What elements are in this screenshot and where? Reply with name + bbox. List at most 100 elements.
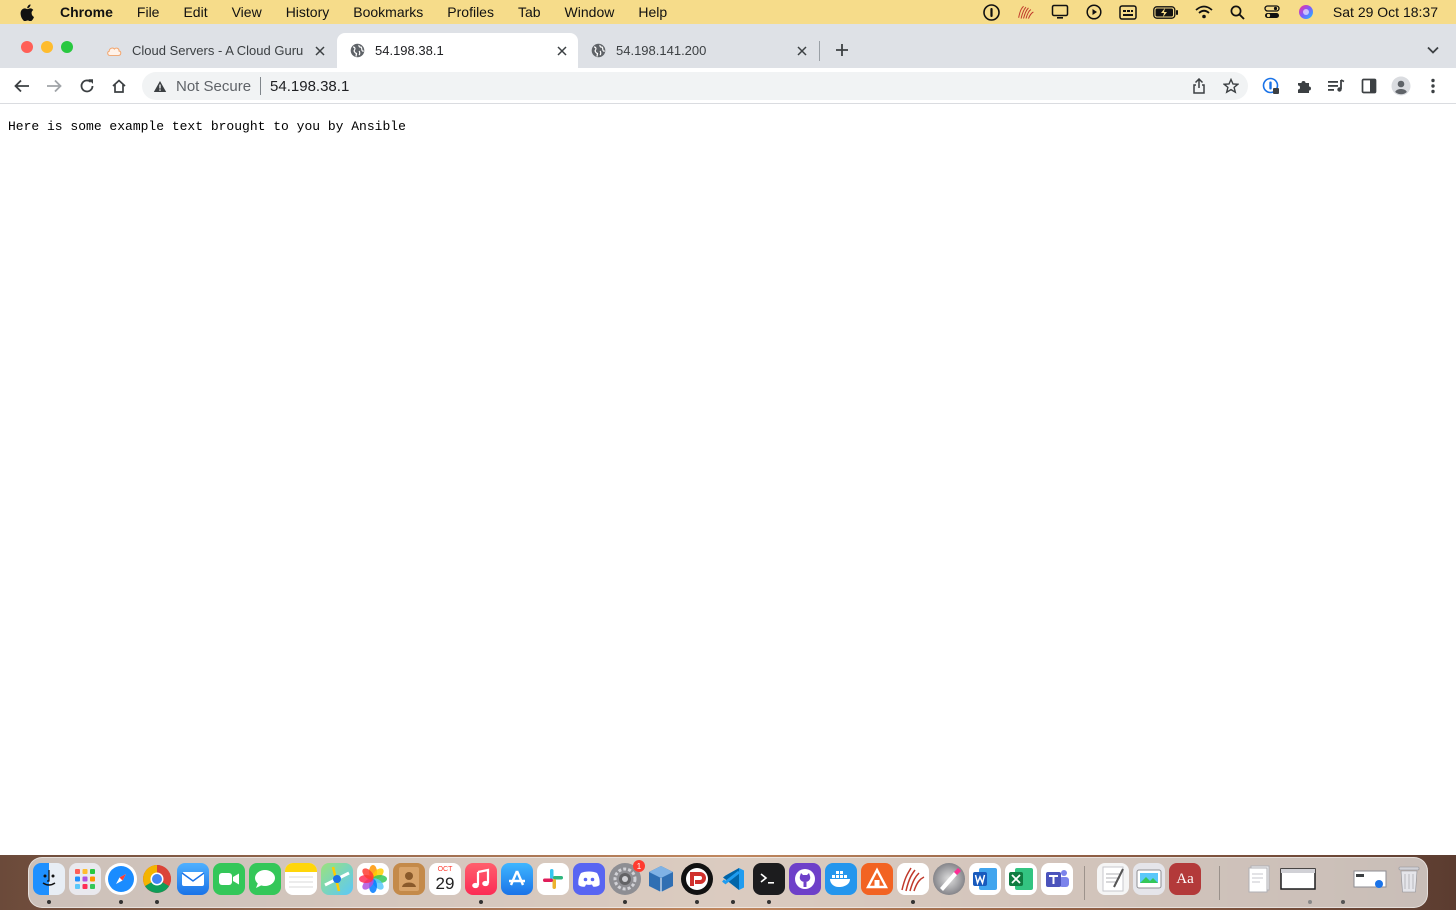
window-minimize-button[interactable] — [41, 41, 53, 53]
excel-icon[interactable] — [1005, 863, 1037, 895]
app-store-icon[interactable] — [501, 863, 533, 895]
preview-icon[interactable] — [1133, 863, 1165, 895]
profile-avatar-icon[interactable] — [1389, 74, 1413, 98]
slack-icon[interactable] — [537, 863, 569, 895]
menu-window[interactable]: Window — [553, 0, 627, 24]
remote-desktop-icon[interactable] — [681, 863, 713, 895]
onepassword-icon[interactable] — [983, 3, 1001, 21]
github-desktop-icon[interactable] — [789, 863, 821, 895]
dock: OCT 29 1 Aa — [28, 857, 1428, 908]
menu-view[interactable]: View — [220, 0, 274, 24]
menu-app-chrome[interactable]: Chrome — [52, 0, 125, 24]
git-client-icon[interactable] — [861, 863, 893, 895]
chrome-icon[interactable] — [141, 863, 173, 895]
battery-charging-icon[interactable] — [1153, 3, 1179, 21]
notes-icon[interactable] — [285, 863, 317, 895]
media-queue-icon[interactable] — [1324, 74, 1348, 98]
photos-icon[interactable] — [357, 863, 389, 895]
tab-54-198-38-1[interactable]: 54.198.38.1 — [337, 33, 578, 68]
close-tab-icon[interactable] — [554, 43, 570, 59]
page-body-text: Here is some example text brought to you… — [8, 119, 406, 134]
virtualbox-icon[interactable] — [645, 863, 677, 895]
squiggle-app-icon[interactable] — [1017, 3, 1035, 21]
menu-file[interactable]: File — [125, 0, 172, 24]
cloud-icon — [106, 43, 122, 59]
bookmark-star-icon[interactable] — [1219, 74, 1243, 98]
onepassword-extension-icon[interactable] — [1259, 74, 1283, 98]
tab-title: 54.198.38.1 — [375, 43, 444, 58]
window-zoom-button[interactable] — [61, 41, 73, 53]
home-button[interactable] — [107, 74, 131, 98]
new-tab-button[interactable] — [830, 38, 854, 62]
reload-button[interactable] — [75, 74, 99, 98]
maps-icon[interactable] — [321, 863, 353, 895]
running-indicator — [47, 900, 51, 904]
launchpad-icon[interactable] — [69, 863, 101, 895]
messages-icon[interactable] — [249, 863, 281, 895]
running-indicator — [695, 900, 699, 904]
dock-divider — [1084, 866, 1085, 900]
trash-icon[interactable] — [1393, 863, 1425, 895]
play-circle-icon[interactable] — [1085, 3, 1103, 21]
facetime-icon[interactable] — [213, 863, 245, 895]
url-text[interactable]: 54.198.38.1 — [270, 78, 349, 95]
status-area: Sat 29 Oct 18:37 — [975, 0, 1456, 24]
menu-edit[interactable]: Edit — [171, 0, 219, 24]
spotlight-search-icon[interactable] — [1229, 3, 1247, 21]
contacts-icon[interactable] — [393, 863, 425, 895]
menubar-clock[interactable]: Sat 29 Oct 18:37 — [1333, 4, 1438, 20]
side-panel-icon[interactable] — [1357, 74, 1381, 98]
forward-button[interactable] — [42, 74, 66, 98]
minimized-window-thumbnail[interactable] — [1279, 863, 1317, 895]
security-status-label[interactable]: Not Secure — [176, 78, 251, 95]
menu-tab[interactable]: Tab — [506, 0, 553, 24]
discord-icon[interactable] — [573, 863, 605, 895]
control-center-icon[interactable] — [1263, 3, 1281, 21]
notification-badge: 1 — [633, 860, 645, 872]
drawing-app-icon[interactable] — [933, 863, 965, 895]
wifi-icon[interactable] — [1195, 3, 1213, 21]
music-icon[interactable] — [465, 863, 497, 895]
docker-icon[interactable] — [825, 863, 857, 895]
mail-icon[interactable] — [177, 863, 209, 895]
dictionary-icon[interactable]: Aa — [1169, 863, 1201, 895]
squiggle-dock-icon[interactable] — [897, 863, 929, 895]
menu-bookmarks[interactable]: Bookmarks — [341, 0, 435, 24]
chrome-menu-kebab-icon[interactable] — [1421, 74, 1445, 98]
teams-icon[interactable] — [1041, 863, 1073, 895]
share-icon[interactable] — [1187, 74, 1211, 98]
close-tab-icon[interactable] — [794, 43, 810, 59]
window-close-button[interactable] — [21, 41, 33, 53]
safari-icon[interactable] — [105, 863, 137, 895]
tab-54-198-141-200[interactable]: 54.198.141.200 — [580, 33, 818, 68]
running-indicator — [623, 900, 627, 904]
dictionary-label: Aa — [1176, 870, 1194, 887]
apple-menu-icon[interactable] — [18, 3, 36, 21]
page-viewport: Here is some example text brought to you… — [0, 105, 1456, 855]
omnibox-divider — [260, 77, 262, 95]
vscode-icon[interactable] — [717, 863, 749, 895]
textedit-icon[interactable] — [1097, 863, 1129, 895]
warning-triangle-icon[interactable] — [152, 78, 168, 94]
close-tab-icon[interactable] — [312, 43, 328, 59]
menu-history[interactable]: History — [274, 0, 342, 24]
terminal-icon[interactable] — [753, 863, 785, 895]
tab-search-chevron-down-icon[interactable] — [1421, 38, 1445, 62]
running-indicator — [119, 900, 123, 904]
back-button[interactable] — [10, 74, 34, 98]
documents-stack-icon[interactable] — [1243, 863, 1275, 895]
siri-icon[interactable] — [1297, 3, 1315, 21]
finder-icon[interactable] — [33, 863, 65, 895]
extensions-puzzle-icon[interactable] — [1292, 74, 1316, 98]
tab-title: 54.198.141.200 — [616, 43, 707, 58]
screenshot-thumbnail[interactable] — [1351, 863, 1389, 895]
calendar-icon[interactable]: OCT 29 — [429, 863, 461, 895]
address-bar[interactable]: Not Secure 54.198.38.1 — [142, 72, 1248, 100]
menu-profiles[interactable]: Profiles — [435, 0, 506, 24]
word-icon[interactable] — [969, 863, 1001, 895]
tab-cloud-servers[interactable]: Cloud Servers - A Cloud Guru — [96, 33, 336, 68]
display-icon[interactable] — [1051, 3, 1069, 21]
keyboard-input-icon[interactable] — [1119, 3, 1137, 21]
menu-help[interactable]: Help — [626, 0, 679, 24]
running-indicator — [731, 900, 735, 904]
